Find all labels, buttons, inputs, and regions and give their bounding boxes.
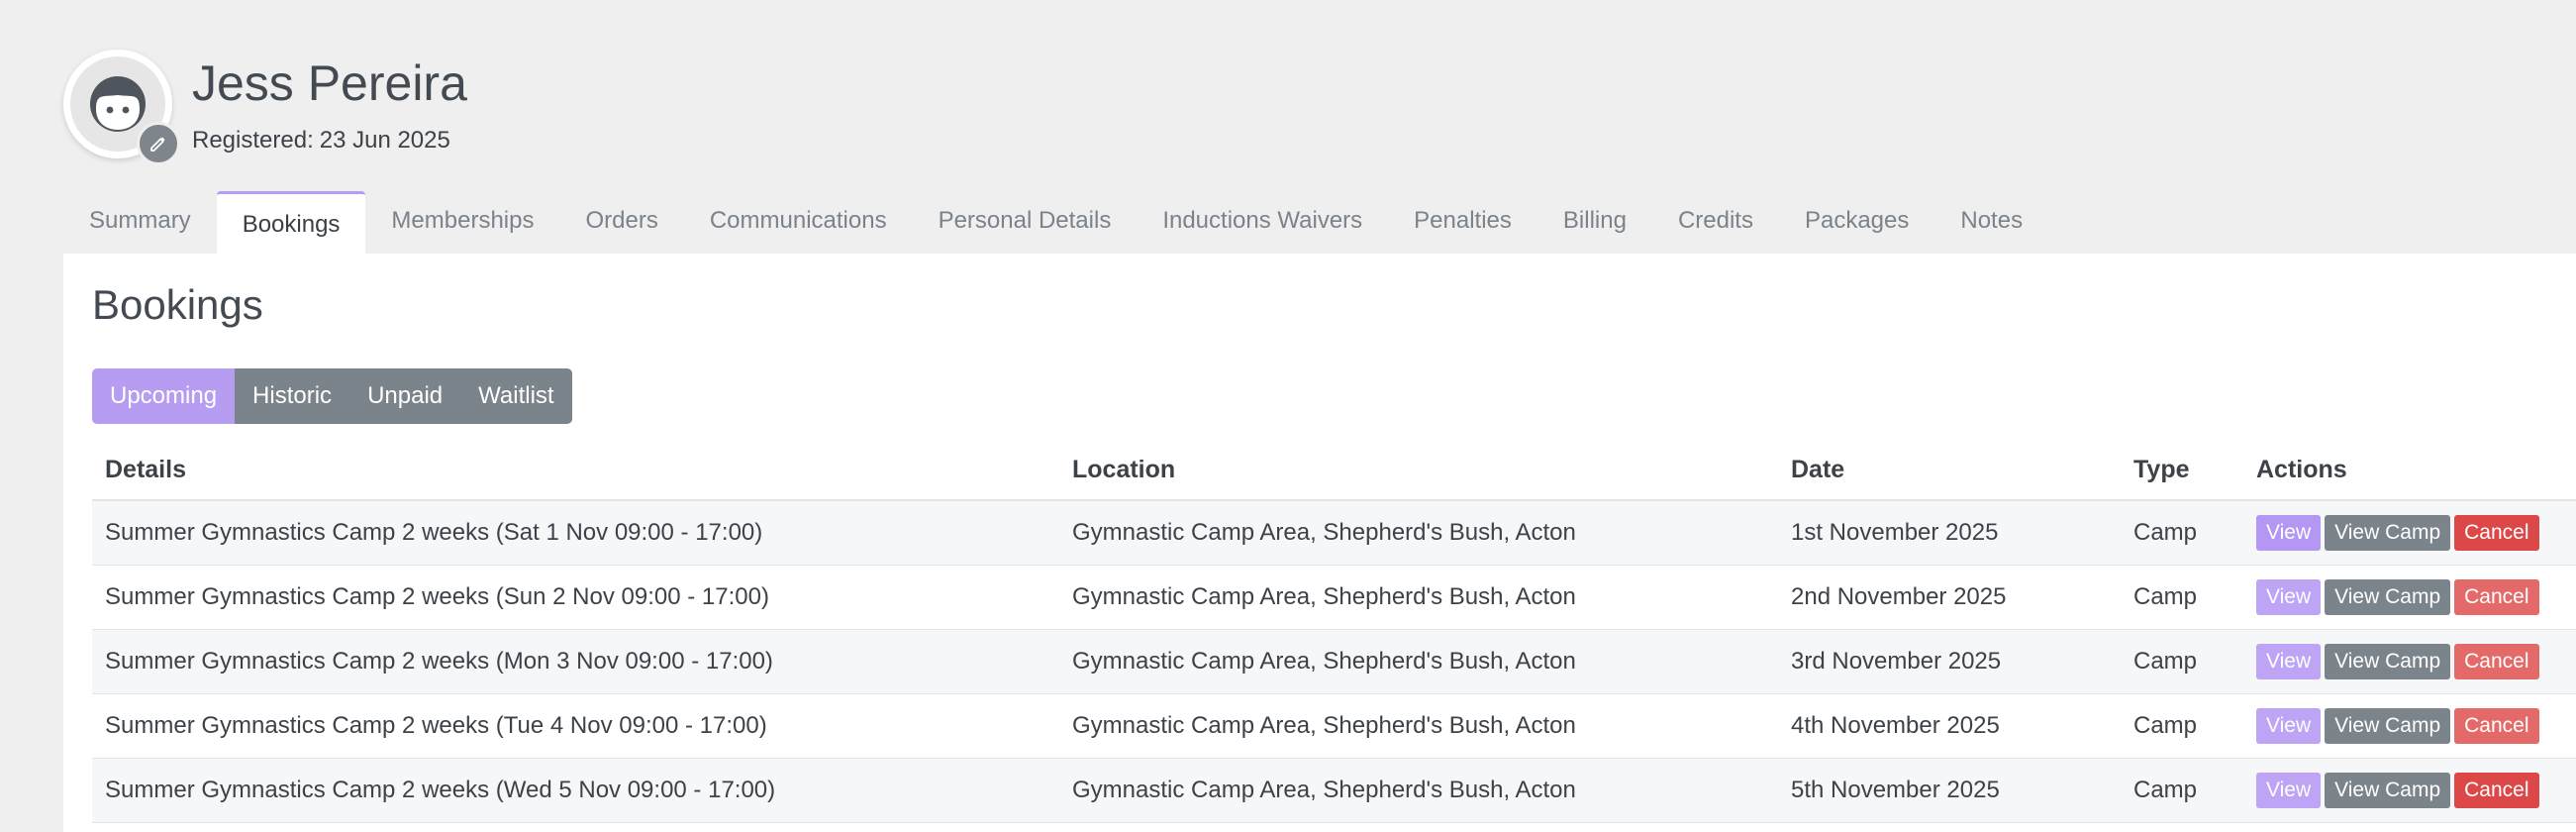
view-camp-button[interactable]: View Camp (2325, 515, 2451, 551)
cancel-button[interactable]: Cancel (2454, 644, 2539, 679)
tab-inductions-waivers[interactable]: Inductions Waivers (1137, 191, 1388, 255)
cell-date: 3rd November 2025 (1778, 629, 2121, 694)
cell-details: Summer Gymnastics Camp 2 weeks (Sat 1 No… (92, 500, 1059, 566)
tab-penalties[interactable]: Penalties (1388, 191, 1537, 255)
view-button[interactable]: View (2256, 708, 2322, 744)
cell-actions: View View Camp Cancel (2243, 565, 2576, 630)
tab-personal-details[interactable]: Personal Details (913, 191, 1138, 255)
table-row: Summer Gymnastics Camp 2 weeks (Wed 5 No… (92, 758, 2576, 823)
cancel-button[interactable]: Cancel (2454, 579, 2539, 615)
view-camp-button[interactable]: View Camp (2325, 579, 2451, 615)
view-camp-button[interactable]: View Camp (2325, 773, 2451, 808)
tab-packages[interactable]: Packages (1779, 191, 1934, 255)
tab-summary[interactable]: Summary (63, 191, 217, 255)
cell-date: 1st November 2025 (1778, 500, 2121, 566)
cell-details: Summer Gymnastics Camp 2 weeks (Tue 4 No… (92, 693, 1059, 759)
edit-avatar-button[interactable] (137, 122, 180, 165)
profile-tabs: Summary Bookings Memberships Orders Comm… (63, 191, 2048, 255)
cell-location: Gymnastic Camp Area, Shepherd's Bush, Ac… (1059, 629, 1778, 694)
view-button[interactable]: View (2256, 515, 2322, 551)
subtab-upcoming[interactable]: Upcoming (92, 368, 236, 424)
table-row: Summer Gymnastics Camp 2 weeks (Sun 2 No… (92, 565, 2576, 630)
cell-location: Gymnastic Camp Area, Shepherd's Bush, Ac… (1059, 758, 1778, 823)
cell-details: Summer Gymnastics Camp 2 weeks (Wed 5 No… (92, 758, 1059, 823)
column-header-type[interactable]: Type (2121, 440, 2243, 501)
view-button[interactable]: View (2256, 579, 2322, 615)
cancel-button[interactable]: Cancel (2454, 515, 2539, 551)
pencil-icon (150, 137, 165, 152)
cell-type: Camp (2121, 758, 2243, 823)
tab-credits[interactable]: Credits (1652, 191, 1779, 255)
view-camp-button[interactable]: View Camp (2325, 708, 2451, 744)
view-camp-button[interactable]: View Camp (2325, 644, 2451, 679)
customer-name: Jess Pereira (192, 55, 467, 111)
cell-date: 5th November 2025 (1778, 758, 2121, 823)
cell-actions: View View Camp Cancel (2243, 500, 2576, 566)
registered-date: 23 Jun 2025 (319, 127, 450, 154)
bookings-filter-group: Upcoming Historic Unpaid Waitlist (92, 368, 572, 424)
cell-actions: View View Camp Cancel (2243, 629, 2576, 694)
tab-memberships[interactable]: Memberships (365, 191, 559, 255)
cell-type: Camp (2121, 629, 2243, 694)
cell-location: Gymnastic Camp Area, Shepherd's Bush, Ac… (1059, 693, 1778, 759)
registered-info: Registered: 23 Jun 2025 (192, 125, 450, 156)
table-row: Summer Gymnastics Camp 2 weeks (Mon 3 No… (92, 629, 2576, 694)
subtab-waitlist[interactable]: Waitlist (460, 368, 572, 424)
panel-title: Bookings (92, 281, 263, 328)
cell-location: Gymnastic Camp Area, Shepherd's Bush, Ac… (1059, 565, 1778, 630)
cell-date: 2nd November 2025 (1778, 565, 2121, 630)
cell-type: Camp (2121, 565, 2243, 630)
tab-billing[interactable]: Billing (1537, 191, 1652, 255)
view-button[interactable]: View (2256, 644, 2322, 679)
column-header-location[interactable]: Location (1059, 440, 1778, 501)
cancel-button[interactable]: Cancel (2454, 708, 2539, 744)
tab-bookings[interactable]: Bookings (216, 191, 366, 255)
bookings-table: Details Location Date Type Actions Summe… (92, 440, 2576, 823)
tab-orders[interactable]: Orders (559, 191, 683, 255)
cell-type: Camp (2121, 693, 2243, 759)
user-face-icon (90, 76, 146, 132)
cell-details: Summer Gymnastics Camp 2 weeks (Mon 3 No… (92, 629, 1059, 694)
table-header-row: Details Location Date Type Actions (92, 440, 2576, 501)
registered-label: Registered: (192, 127, 314, 154)
tab-communications[interactable]: Communications (684, 191, 913, 255)
tab-notes[interactable]: Notes (1934, 191, 2048, 255)
cell-actions: View View Camp Cancel (2243, 693, 2576, 759)
table-row: Summer Gymnastics Camp 2 weeks (Sat 1 No… (92, 500, 2576, 566)
column-header-actions: Actions (2243, 440, 2576, 501)
column-header-date[interactable]: Date (1778, 440, 2121, 501)
cell-date: 4th November 2025 (1778, 693, 2121, 759)
cell-type: Camp (2121, 500, 2243, 566)
column-header-details[interactable]: Details (92, 440, 1059, 501)
subtab-historic[interactable]: Historic (235, 368, 350, 424)
cell-actions: View View Camp Cancel (2243, 758, 2576, 823)
bookings-panel: Bookings Upcoming Historic Unpaid Waitli… (63, 254, 2576, 832)
table-row: Summer Gymnastics Camp 2 weeks (Tue 4 No… (92, 693, 2576, 759)
subtab-unpaid[interactable]: Unpaid (349, 368, 461, 424)
cell-details: Summer Gymnastics Camp 2 weeks (Sun 2 No… (92, 565, 1059, 630)
view-button[interactable]: View (2256, 773, 2322, 808)
cell-location: Gymnastic Camp Area, Shepherd's Bush, Ac… (1059, 500, 1778, 566)
cancel-button[interactable]: Cancel (2454, 773, 2539, 808)
